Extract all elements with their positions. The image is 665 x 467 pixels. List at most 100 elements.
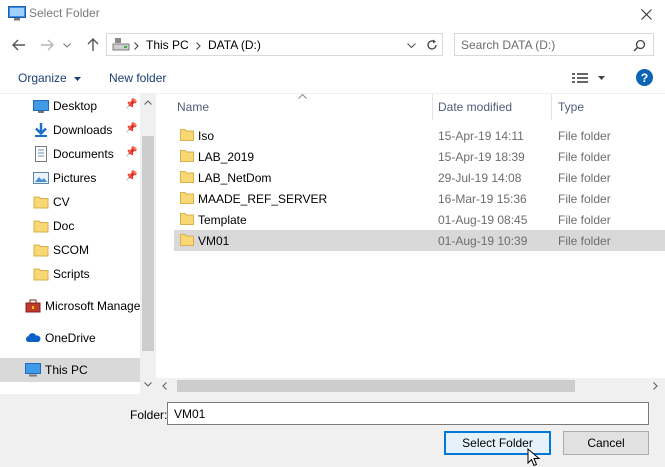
arrow-left-icon	[12, 39, 25, 51]
folder-input[interactable]	[174, 406, 634, 422]
table-row[interactable]: LAB_2019 15-Apr-19 18:39 File folder	[174, 146, 665, 167]
refresh-icon[interactable]	[426, 39, 438, 51]
close-button[interactable]	[627, 0, 665, 28]
folder-icon	[33, 220, 49, 233]
file-name: LAB_NetDom	[198, 171, 272, 185]
chevron-right-icon	[134, 42, 139, 50]
chevron-right-icon[interactable]	[653, 382, 658, 390]
sidebar-item-label: Scripts	[53, 267, 90, 281]
search-box[interactable]	[454, 33, 654, 56]
help-icon[interactable]: ?	[636, 69, 653, 86]
sidebar-item-label: Pictures	[53, 171, 97, 185]
new-folder-button[interactable]: New folder	[109, 71, 166, 85]
folder-icon	[180, 213, 194, 225]
computer-icon	[25, 363, 41, 377]
file-date: 15-Apr-19 14:11	[438, 129, 524, 143]
sidebar-item-downloads[interactable]: Downloads 📌	[0, 119, 140, 141]
arrow-right-icon	[41, 39, 54, 51]
folder-icon	[33, 244, 49, 257]
table-row-selected[interactable]: VM01 01-Aug-19 10:39 File folder	[174, 230, 665, 251]
folder-icon	[180, 234, 194, 246]
file-type: File folder	[558, 192, 611, 206]
sidebar-item-label: OneDrive	[45, 331, 96, 345]
arrow-up-icon	[87, 38, 99, 51]
cancel-button[interactable]: Cancel	[563, 431, 649, 455]
download-icon	[35, 123, 47, 137]
list-horizontal-scrollbar[interactable]	[156, 378, 665, 394]
folder-icon	[180, 150, 194, 162]
file-name: MAADE_REF_SERVER	[198, 192, 328, 206]
sidebar-item-label: This PC	[45, 363, 88, 377]
file-date: 01-Aug-19 08:45	[438, 213, 528, 227]
pin-icon: 📌	[125, 171, 138, 182]
sidebar-item-desktop[interactable]: Desktop 📌	[0, 95, 140, 117]
chevron-left-icon[interactable]	[162, 382, 167, 390]
cloud-icon	[25, 333, 41, 342]
forward-button[interactable]	[36, 34, 58, 56]
sidebar-item-label: SCOM	[53, 243, 89, 257]
sidebar-item-microsoft-management[interactable]: Microsoft Manage	[0, 295, 140, 317]
file-date: 15-Apr-19 18:39	[438, 150, 525, 164]
search-icon[interactable]	[633, 39, 646, 52]
file-name: Iso	[198, 129, 215, 143]
management-icon	[25, 299, 41, 313]
sidebar-item-label: Documents	[53, 147, 114, 161]
back-button[interactable]	[8, 34, 30, 56]
address-bar[interactable]: This PC DATA (D:)	[106, 33, 443, 56]
sidebar-item-scripts[interactable]: Scripts	[0, 263, 140, 285]
chevron-down-icon[interactable]	[407, 43, 416, 48]
sidebar-item-label: CV	[53, 195, 70, 209]
pin-icon: 📌	[125, 123, 138, 134]
table-row[interactable]: LAB_NetDom 29-Jul-19 14:08 File folder	[174, 167, 665, 188]
chevron-up-icon[interactable]	[144, 100, 152, 105]
desktop-icon	[33, 100, 49, 113]
sidebar-item-scom[interactable]: SCOM	[0, 239, 140, 261]
table-row[interactable]: Iso 15-Apr-19 14:11 File folder	[174, 125, 665, 146]
column-divider[interactable]	[432, 94, 433, 120]
command-bar: Organize New folder ?	[0, 62, 665, 94]
file-name: Template	[198, 213, 247, 227]
breadcrumb-this-pc[interactable]: This PC	[146, 38, 189, 52]
caret-down-icon	[598, 76, 605, 80]
organize-button[interactable]: Organize	[18, 71, 82, 85]
sidebar-item-label: Desktop	[53, 99, 98, 113]
sidebar-item-onedrive[interactable]: OneDrive	[0, 327, 140, 349]
navigation-pane: Desktop 📌 Downloads 📌 Documents 📌 Pictur…	[0, 94, 155, 394]
sidebar-item-label: Microsoft Manage	[45, 299, 141, 313]
window-title: Select Folder	[29, 6, 100, 20]
drive-icon	[112, 38, 130, 51]
table-row[interactable]: Template 01-Aug-19 08:45 File folder	[174, 209, 665, 230]
file-type: File folder	[558, 171, 611, 185]
sidebar-item-label: Downloads	[53, 123, 113, 137]
sidebar-item-this-pc[interactable]: This PC	[0, 358, 140, 382]
folder-field[interactable]	[167, 402, 649, 425]
breadcrumb-data-drive[interactable]: DATA (D:)	[208, 38, 261, 52]
organize-label: Organize	[18, 71, 67, 85]
sidebar-item-label: Doc	[53, 219, 75, 233]
sidebar-item-doc[interactable]: Doc	[0, 215, 140, 237]
file-date: 16-Mar-19 15:36	[438, 192, 527, 206]
pin-icon: 📌	[125, 147, 138, 158]
recent-locations-button[interactable]	[60, 34, 74, 56]
folder-icon	[180, 129, 194, 141]
file-type: File folder	[558, 150, 611, 164]
table-row[interactable]: MAADE_REF_SERVER 16-Mar-19 15:36 File fo…	[174, 188, 665, 209]
chevron-down-icon[interactable]	[144, 382, 152, 387]
column-divider[interactable]	[551, 94, 552, 120]
column-header-name[interactable]: Name	[177, 100, 209, 114]
folder-label: Folder:	[130, 408, 168, 422]
sidebar-item-cv[interactable]: CV	[0, 191, 140, 213]
search-input[interactable]	[461, 37, 621, 53]
up-button[interactable]	[82, 34, 104, 56]
sidebar-item-documents[interactable]: Documents 📌	[0, 143, 140, 165]
chevron-down-icon	[63, 42, 71, 48]
column-header-type[interactable]: Type	[558, 100, 584, 114]
sidebar-scrollbar[interactable]	[140, 94, 156, 394]
file-date: 29-Jul-19 14:08	[438, 171, 522, 185]
column-header-date-modified[interactable]: Date modified	[438, 100, 512, 114]
scrollbar-thumb[interactable]	[142, 136, 154, 351]
view-options-button[interactable]	[569, 70, 609, 86]
sidebar-item-pictures[interactable]: Pictures 📌	[0, 167, 140, 189]
scrollbar-thumb[interactable]	[177, 380, 575, 392]
file-date: 01-Aug-19 10:39	[438, 234, 528, 248]
